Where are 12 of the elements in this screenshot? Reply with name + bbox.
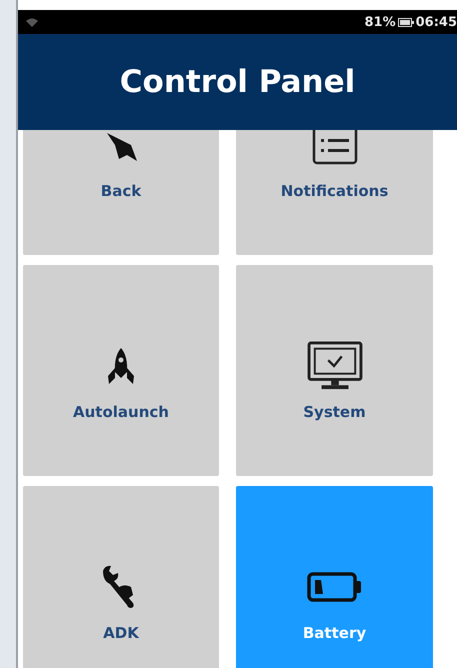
battery-percentage: 81% (364, 14, 396, 30)
header-title: Control Panel (120, 64, 356, 100)
panel-tile[interactable]: Back (23, 130, 219, 255)
clock-time: 06:45 (416, 14, 457, 30)
panel-tile[interactable]: Notifications (236, 130, 433, 255)
wifi-icon (26, 18, 38, 26)
panel-tile[interactable]: ADK (23, 486, 219, 668)
monitor-icon (306, 341, 364, 391)
battery-icon (398, 18, 414, 26)
panel-tile[interactable]: Autolaunch (23, 265, 219, 476)
panel-tile[interactable]: Battery (236, 486, 433, 668)
panel-tile[interactable]: System (236, 265, 433, 476)
